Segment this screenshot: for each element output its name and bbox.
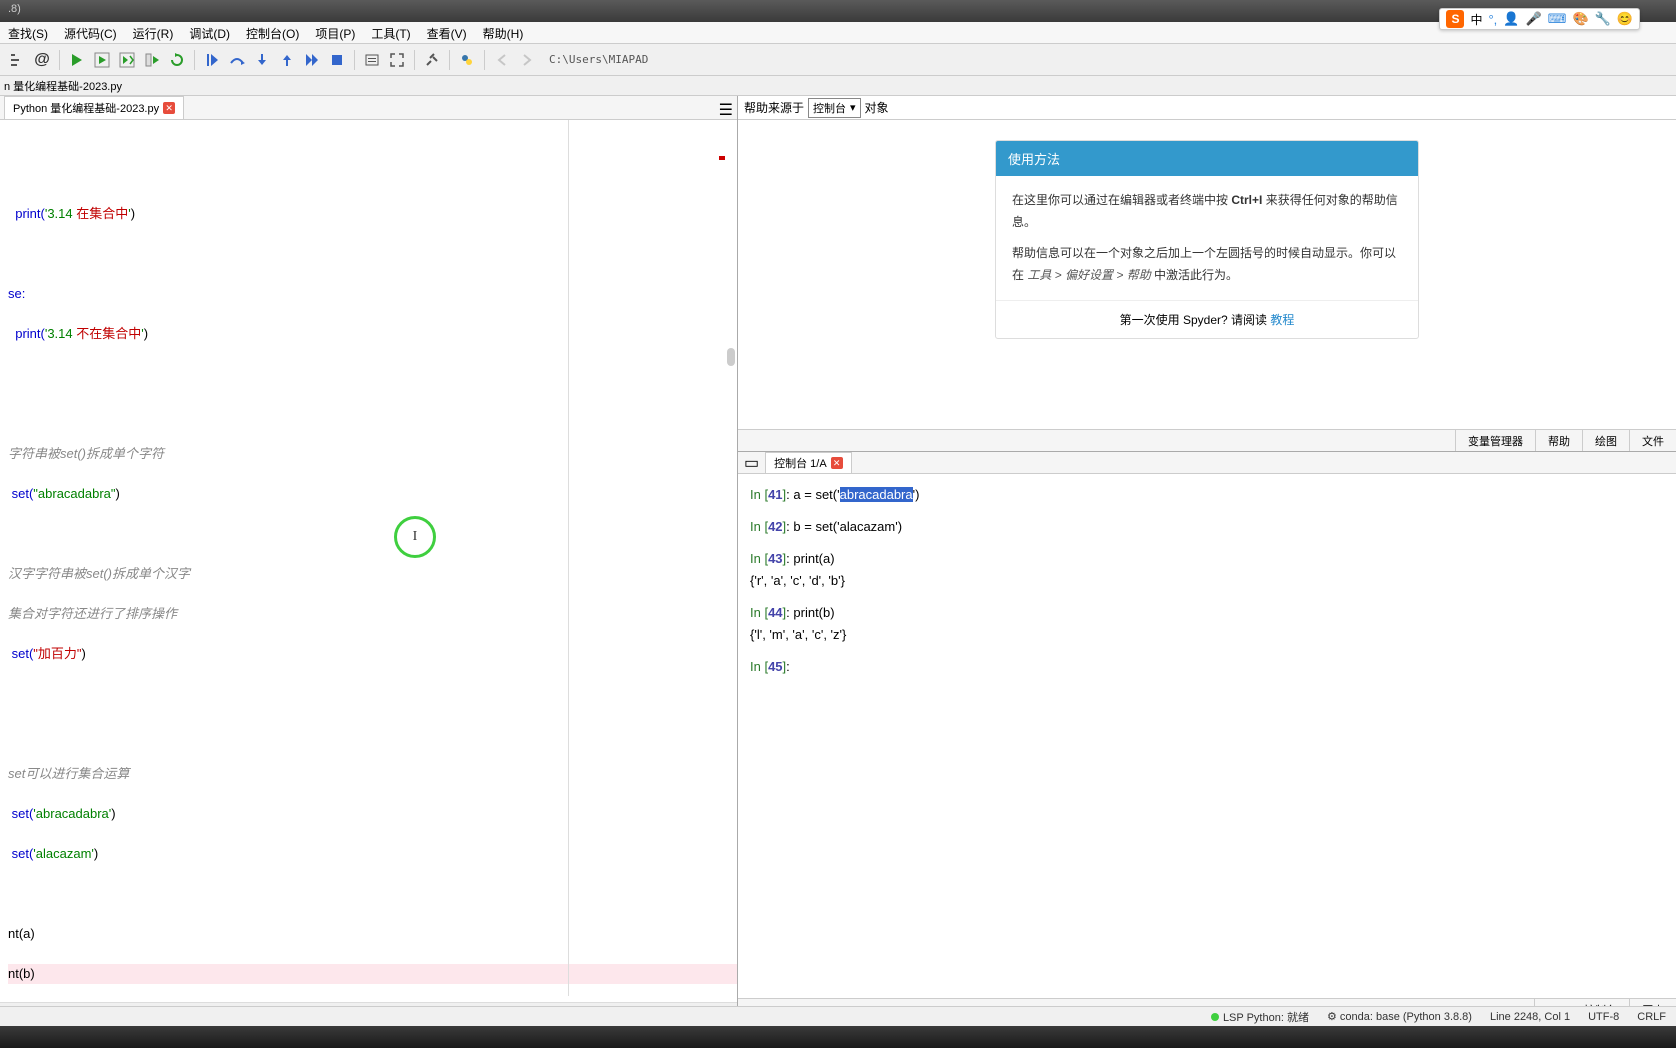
os-taskbar[interactable] — [0, 1026, 1676, 1048]
ime-keyboard-icon[interactable]: ⌨ — [1548, 11, 1567, 27]
tab-variable-explorer[interactable]: 变量管理器 — [1455, 430, 1535, 451]
back-icon[interactable] — [491, 49, 513, 71]
scrollbar-marker — [719, 156, 725, 160]
preferences-icon[interactable] — [421, 49, 443, 71]
ime-tool-icon[interactable]: 🔧 — [1595, 11, 1611, 27]
debug-start-icon[interactable] — [201, 49, 223, 71]
menu-view[interactable]: 查看(V) — [419, 22, 475, 43]
status-cursor-pos: Line 2248, Col 1 — [1490, 1011, 1570, 1023]
console-output: {'l', 'm', 'a', 'c', 'z'} — [750, 624, 1664, 646]
step-out-icon[interactable] — [276, 49, 298, 71]
stop-debug-icon[interactable] — [326, 49, 348, 71]
step-into-icon[interactable] — [251, 49, 273, 71]
status-conda[interactable]: ⚙ conda: base (Python 3.8.8) — [1327, 1010, 1472, 1023]
menu-debug[interactable]: 调试(D) — [181, 22, 238, 43]
code-editor[interactable]: print('3.14 在集合中') se: print('3.14 不在集合中… — [0, 120, 737, 996]
sogou-logo-icon[interactable]: S — [1446, 10, 1464, 28]
tutorial-link[interactable]: 教程 — [1270, 313, 1294, 327]
step-over-icon[interactable] — [226, 49, 248, 71]
ipython-console[interactable]: In [41]: a = set('abracadabra') In [42]:… — [738, 474, 1676, 998]
console-output: {'r', 'a', 'c', 'd', 'b'} — [750, 570, 1664, 592]
toolbar: @ C:\Users\MIAPAD — [0, 44, 1676, 76]
help-source-label: 帮助来源于 — [744, 99, 804, 116]
console-tab[interactable]: 控制台 1/A ✕ — [765, 452, 852, 473]
menu-run[interactable]: 运行(R) — [125, 22, 182, 43]
menu-find[interactable]: 查找(S) — [0, 22, 56, 43]
ime-punct-icon[interactable]: °, — [1488, 12, 1497, 27]
working-dir-path: C:\Users\MIAPAD — [549, 53, 648, 66]
close-console-icon[interactable]: ✕ — [831, 457, 843, 469]
menu-source[interactable]: 源代码(C) — [56, 22, 125, 43]
file-tab[interactable]: n 量化编程基础-2023.py — [4, 78, 122, 94]
run-cell-icon[interactable] — [91, 49, 113, 71]
ime-mic-icon[interactable]: 🎤 — [1525, 11, 1541, 27]
menu-help[interactable]: 帮助(H) — [475, 22, 532, 43]
at-icon[interactable]: @ — [31, 49, 53, 71]
maximize-icon[interactable] — [386, 49, 408, 71]
menubar: 查找(S) 源代码(C) 运行(R) 调试(D) 控制台(O) 项目(P) 工具… — [0, 22, 1676, 44]
editor-pane: Python 量化编程基础-2023.py ✕ ☰ print('3.14 在集… — [0, 96, 738, 1020]
editor-tab[interactable]: Python 量化编程基础-2023.py ✕ — [4, 96, 184, 119]
ime-lang-indicator[interactable]: 中 — [1470, 11, 1482, 28]
status-eol[interactable]: CRLF — [1637, 1011, 1666, 1023]
help-card-title: 使用方法 — [996, 141, 1418, 176]
console-list-icon[interactable]: ▭ — [744, 453, 759, 473]
menu-console[interactable]: 控制台(O) — [238, 22, 307, 43]
help-source-combo[interactable]: 控制台▾ — [808, 98, 861, 118]
find-icon[interactable] — [361, 49, 383, 71]
help-pane: 帮助来源于 控制台▾ 对象 使用方法 在这里你可以通过在编辑器或者终端中按 Ct… — [738, 96, 1676, 452]
chevron-down-icon: ▾ — [850, 101, 856, 114]
tab-plots[interactable]: 绘图 — [1582, 430, 1629, 451]
close-tab-icon[interactable]: ✕ — [163, 102, 175, 114]
status-lsp: LSP Python: 就绪 — [1211, 1009, 1309, 1025]
menu-project[interactable]: 项目(P) — [307, 22, 363, 43]
window-titlebar: .8) — [0, 0, 1676, 22]
tab-help[interactable]: 帮助 — [1535, 430, 1582, 451]
ime-toolbar[interactable]: S 中 °, 👤 🎤 ⌨ 🎨 🔧 😊 — [1439, 8, 1640, 30]
statusbar: LSP Python: 就绪 ⚙ conda: base (Python 3.8… — [0, 1006, 1676, 1026]
rerun-icon[interactable] — [166, 49, 188, 71]
editor-vscroll-thumb[interactable] — [727, 348, 735, 366]
tab-menu-icon[interactable]: ☰ — [719, 100, 733, 120]
forward-icon[interactable] — [516, 49, 538, 71]
ime-user-icon[interactable]: 👤 — [1503, 11, 1519, 27]
run-icon[interactable] — [66, 49, 88, 71]
tab-files[interactable]: 文件 — [1629, 430, 1676, 451]
ime-emoji-icon[interactable]: 😊 — [1617, 11, 1633, 27]
help-card: 使用方法 在这里你可以通过在编辑器或者终端中按 Ctrl+I 来获得任何对象的帮… — [995, 140, 1419, 339]
run-selection-icon[interactable] — [141, 49, 163, 71]
run-cell-advance-icon[interactable] — [116, 49, 138, 71]
ime-skin-icon[interactable]: 🎨 — [1572, 11, 1588, 27]
console-pane: ▭ 控制台 1/A ✕ In [41]: a = set('abracadabr… — [738, 452, 1676, 1020]
menu-tools[interactable]: 工具(T) — [363, 22, 418, 43]
continue-icon[interactable] — [301, 49, 323, 71]
help-object-label: 对象 — [865, 99, 889, 116]
file-tabs: n 量化编程基础-2023.py — [0, 76, 1676, 96]
outline-icon[interactable] — [6, 49, 28, 71]
status-encoding[interactable]: UTF-8 — [1588, 1011, 1619, 1023]
python-path-icon[interactable] — [456, 49, 478, 71]
